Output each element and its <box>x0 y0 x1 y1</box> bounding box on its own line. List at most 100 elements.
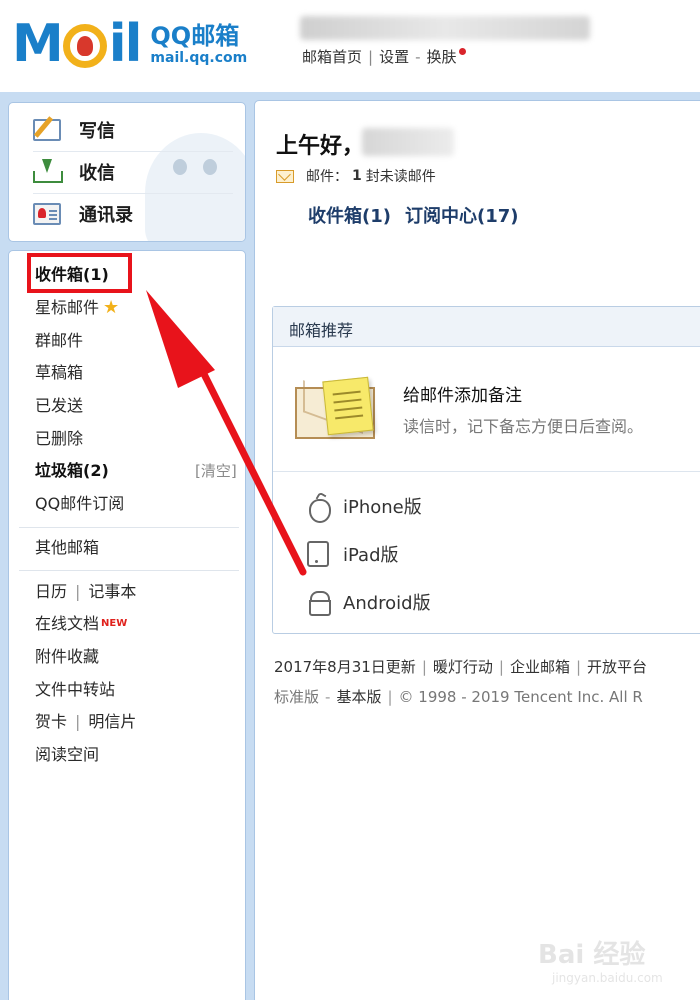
tablet-icon <box>307 541 329 567</box>
folder-deleted[interactable]: 已删除 <box>35 429 83 449</box>
copyright-text: © 1998 - 2019 Tencent Inc. All R <box>398 688 643 706</box>
unread-summary: 邮件： 1 封未读邮件 <box>276 166 436 186</box>
watermark-url: jingyan.baidu.com <box>552 971 663 985</box>
other-mailboxes[interactable]: 其他邮箱 <box>35 538 99 558</box>
download-tray-icon <box>33 159 63 183</box>
recommend-box: 邮箱推荐 给邮件添加备注 读信时，记下备忘方便日后查阅。 iPhone版 iPa… <box>272 306 700 634</box>
standard-version-label: 标准版 <box>274 688 320 706</box>
apple-icon <box>307 493 331 523</box>
reading-space-link[interactable]: 阅读空间 <box>35 745 99 765</box>
logo-letter-m: M <box>12 14 64 74</box>
recommend-item-title[interactable]: 给邮件添加备注 <box>403 381 522 406</box>
star-icon: ★ <box>103 297 120 318</box>
cards-row: 贺卡 | 明信片 <box>35 712 136 732</box>
unread-suffix[interactable]: 封未读邮件 <box>366 166 436 186</box>
iphone-label: iPhone版 <box>343 497 422 518</box>
folder-drafts[interactable]: 草稿箱 <box>35 363 83 383</box>
unread-count: 1 <box>352 168 362 184</box>
separator: | <box>498 658 504 676</box>
iphone-app-link[interactable]: iPhone版 <box>307 493 422 523</box>
android-icon <box>307 589 331 616</box>
write-mail-button[interactable]: 写信 <box>33 115 115 145</box>
inbox-highlight-box <box>27 253 132 293</box>
android-label: Android版 <box>343 593 431 614</box>
inbox-quick-link[interactable]: 收件箱(1) <box>308 206 391 227</box>
calendar-link[interactable]: 日历 <box>35 582 67 601</box>
unread-prefix: 邮件： <box>306 169 348 185</box>
header: M il QQ邮箱 mail.qq.com 邮箱首页 | 设置 - 换肤 <box>0 0 700 96</box>
separator: | <box>387 688 393 706</box>
recommend-item-desc: 读信时，记下备忘方便日后查阅。 <box>403 417 644 436</box>
blurred-account-info <box>300 16 590 40</box>
sticky-note-shape <box>322 376 374 436</box>
receive-label: 收信 <box>79 163 115 184</box>
qq-mail-logo[interactable]: M il QQ邮箱 mail.qq.com <box>12 18 247 70</box>
online-docs-label: 在线文档 <box>35 614 100 633</box>
calendar-notepad-row: 日历 | 记事本 <box>35 582 136 602</box>
receive-mail-button[interactable]: 收信 <box>33 157 115 187</box>
compose-panel: 写信 收信 通讯录 <box>8 102 246 242</box>
enterprise-mail-link[interactable]: 企业邮箱 <box>510 658 570 676</box>
update-date-link[interactable]: 2017年8月31日更新 <box>274 658 416 676</box>
ipad-label: iPad版 <box>343 545 399 566</box>
subscription-center-link[interactable]: 订阅中心(17) <box>405 206 519 227</box>
separator: | <box>75 712 81 731</box>
folder-nav-panel: 收件箱(1) 星标邮件 ★ 群邮件 草稿箱 已发送 已删除 垃圾箱(2) [清空]… <box>8 250 246 1000</box>
divider <box>33 193 233 194</box>
notification-dot <box>458 48 466 55</box>
open-platform-link[interactable]: 开放平台 <box>587 658 647 676</box>
footer-links: 2017年8月31日更新 | 暖灯行动 | 企业邮箱 | 开放平台 <box>274 656 647 677</box>
top-links: 邮箱首页 | 设置 - 换肤 <box>302 46 466 67</box>
contacts-button[interactable]: 通讯录 <box>33 199 133 229</box>
separator: | <box>575 658 582 676</box>
clear-spam-link[interactable]: [清空] <box>195 461 237 481</box>
new-badge: NEW <box>101 618 128 629</box>
penguin-decoration <box>145 133 245 241</box>
logo-letters-il: il <box>108 14 143 74</box>
warm-light-link[interactable]: 暖灯行动 <box>433 658 493 676</box>
baidu-watermark: Bai 经验 jingyan.baidu.com <box>538 934 688 994</box>
envelope-icon <box>276 169 294 183</box>
separator: - <box>415 48 421 66</box>
file-transfer-link[interactable]: 文件中转站 <box>35 680 115 700</box>
divider <box>19 570 239 571</box>
logo-url-text: mail.qq.com <box>150 50 248 66</box>
folder-starred-label: 星标邮件 <box>35 298 100 317</box>
basic-version-link[interactable]: 基本版 <box>336 688 381 706</box>
pencil-paper-icon <box>33 119 61 141</box>
logo-bell-icon <box>62 24 107 68</box>
greeting-card-link[interactable]: 贺卡 <box>35 712 67 731</box>
online-docs-link[interactable]: 在线文档 NEW <box>35 614 127 634</box>
watermark-text: Bai 经验 <box>538 940 646 970</box>
quick-folder-links: 收件箱(1) 订阅中心(17) <box>308 202 533 228</box>
greeting-text: 上午好， <box>276 134 365 159</box>
footer-version-line: 标准版 - 基本版 | © 1998 - 2019 Tencent Inc. All R <box>274 686 643 707</box>
blurred-user-name <box>362 128 454 156</box>
separator: - <box>325 688 331 706</box>
attachment-collection-link[interactable]: 附件收藏 <box>35 647 99 667</box>
separator: | <box>368 48 374 66</box>
folder-sent[interactable]: 已发送 <box>35 396 83 416</box>
ipad-app-link[interactable]: iPad版 <box>307 541 399 567</box>
contact-card-icon <box>33 203 61 225</box>
divider <box>273 471 700 472</box>
logo-text: QQ邮箱 mail.qq.com <box>150 22 247 66</box>
android-app-link[interactable]: Android版 <box>307 589 431 616</box>
link-skin[interactable]: 换肤 <box>427 48 457 66</box>
contacts-label: 通讯录 <box>79 205 133 226</box>
recommend-header: 邮箱推荐 <box>273 307 700 347</box>
folder-group[interactable]: 群邮件 <box>35 331 83 351</box>
link-settings[interactable]: 设置 <box>379 48 409 66</box>
link-mail-home[interactable]: 邮箱首页 <box>302 48 362 66</box>
folder-subscriptions[interactable]: QQ邮件订阅 <box>35 494 124 514</box>
separator: | <box>421 658 427 676</box>
logo-cn-text: QQ邮箱 <box>150 22 240 50</box>
postcard-link[interactable]: 明信片 <box>88 712 136 731</box>
note-envelope-icon <box>295 376 379 443</box>
folder-starred[interactable]: 星标邮件 ★ <box>35 298 119 318</box>
separator: | <box>75 582 81 601</box>
notepad-link[interactable]: 记事本 <box>88 582 136 601</box>
folder-spam[interactable]: 垃圾箱(2) <box>35 461 109 481</box>
recommend-title: 邮箱推荐 <box>289 321 354 340</box>
divider <box>19 527 239 528</box>
